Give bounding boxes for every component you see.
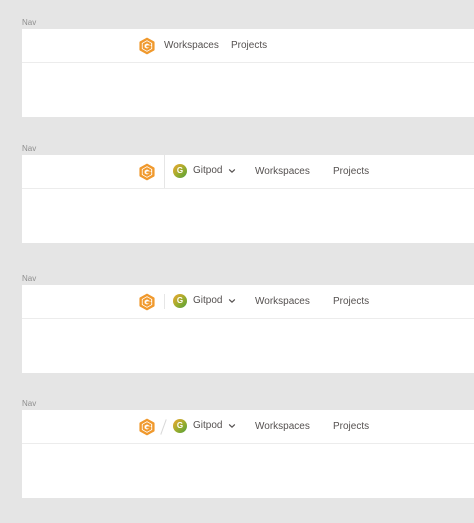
nav-link-projects[interactable]: Projects (231, 40, 267, 52)
gitpod-logo-icon[interactable] (138, 163, 156, 181)
org-name: Gitpod (193, 295, 223, 306)
nav-link-workspaces[interactable]: Workspaces (164, 40, 219, 52)
org-name: Gitpod (193, 165, 223, 176)
chevron-down-icon (228, 422, 236, 430)
nav-link-workspaces[interactable]: Workspaces (255, 296, 310, 308)
nav-link-projects[interactable]: Projects (333, 421, 369, 433)
nav-link-workspaces[interactable]: Workspaces (255, 166, 310, 178)
gitpod-logo-icon[interactable] (138, 293, 156, 311)
navbar: Workspaces Projects (22, 29, 474, 63)
nav-frame-2: G Gitpod Workspaces Projects (22, 155, 474, 243)
gitpod-logo-icon[interactable] (138, 418, 156, 436)
org-switcher[interactable]: G Gitpod (173, 163, 236, 179)
frame-label: Nav (22, 144, 37, 153)
navbar: G Gitpod Workspaces Projects (22, 285, 474, 319)
nav-link-workspaces[interactable]: Workspaces (255, 421, 310, 433)
nav-frame-4: G Gitpod Workspaces Projects (22, 410, 474, 498)
org-avatar: G (173, 419, 187, 433)
nav-frame-1: Workspaces Projects (22, 29, 474, 117)
frame-label: Nav (22, 18, 37, 27)
nav-link-projects[interactable]: Projects (333, 296, 369, 308)
frame-label: Nav (22, 274, 37, 283)
org-name: Gitpod (193, 420, 223, 431)
nav-divider (164, 155, 165, 188)
org-switcher[interactable]: G Gitpod (173, 418, 236, 434)
frame-label: Nav (22, 399, 37, 408)
nav-divider-slash (160, 419, 167, 435)
navbar: G Gitpod Workspaces Projects (22, 410, 474, 444)
org-avatar: G (173, 164, 187, 178)
nav-frame-3: G Gitpod Workspaces Projects (22, 285, 474, 373)
nav-divider (164, 294, 165, 309)
nav-link-projects[interactable]: Projects (333, 166, 369, 178)
gitpod-logo-icon[interactable] (138, 37, 156, 55)
chevron-down-icon (228, 167, 236, 175)
chevron-down-icon (228, 297, 236, 305)
org-switcher[interactable]: G Gitpod (173, 293, 236, 309)
navbar: G Gitpod Workspaces Projects (22, 155, 474, 189)
org-avatar: G (173, 294, 187, 308)
